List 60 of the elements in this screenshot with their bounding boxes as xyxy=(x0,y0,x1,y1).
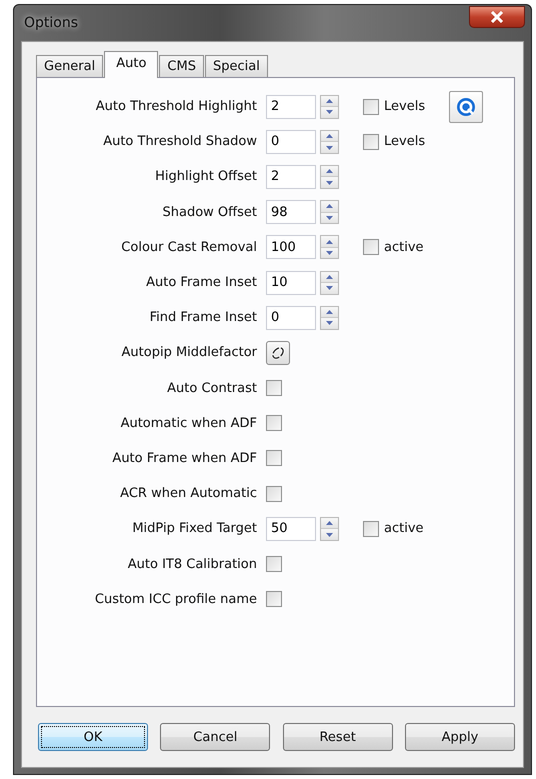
tab[interactable]: Special xyxy=(204,55,268,77)
checkbox[interactable] xyxy=(266,415,282,432)
window-title: Options xyxy=(24,15,78,31)
field-label: Find Frame Inset xyxy=(148,310,258,326)
spin-buttons[interactable] xyxy=(320,200,339,224)
close-button[interactable] xyxy=(469,6,525,28)
spin-buttons[interactable] xyxy=(320,306,339,330)
tab[interactable]: CMS xyxy=(159,55,204,77)
spin-buttons[interactable] xyxy=(320,94,339,119)
tab[interactable]: General xyxy=(36,55,104,77)
number-field[interactable]: 0 xyxy=(266,306,316,330)
checkbox-label: Levels xyxy=(384,134,426,150)
checkbox[interactable] xyxy=(266,450,282,466)
checkbox[interactable] xyxy=(363,520,379,537)
checkbox-label: Levels xyxy=(384,99,426,114)
dialog-button[interactable]: Apply xyxy=(404,723,515,751)
tab[interactable]: Auto xyxy=(104,51,158,78)
number-field[interactable]: 100 xyxy=(266,235,316,260)
number-field[interactable]: 98 xyxy=(266,200,316,224)
dialog-button[interactable]: Reset xyxy=(282,723,393,751)
dialog-button[interactable]: OK xyxy=(38,723,148,751)
field-label: Auto Frame when ADF xyxy=(111,450,258,466)
checkbox-label: active xyxy=(384,521,424,536)
number-field[interactable]: 10 xyxy=(266,270,316,295)
checkbox[interactable] xyxy=(266,591,282,608)
small-button[interactable] xyxy=(266,340,290,365)
checkbox-label: active xyxy=(384,240,424,255)
field-label: Colour Cast Removal xyxy=(120,240,258,255)
spin-buttons[interactable] xyxy=(320,516,339,541)
spin-buttons[interactable] xyxy=(320,270,339,295)
ellipse-icon xyxy=(271,346,285,360)
spin-buttons[interactable] xyxy=(320,235,339,260)
checkbox[interactable] xyxy=(363,134,379,150)
number-field[interactable]: 0 xyxy=(266,130,316,154)
checkbox[interactable] xyxy=(266,380,282,396)
dialog-button[interactable]: Cancel xyxy=(160,723,270,751)
number-field[interactable]: 2 xyxy=(266,164,316,189)
field-label: Auto IT8 Calibration xyxy=(126,556,258,572)
checkbox[interactable] xyxy=(363,98,379,115)
checkbox[interactable] xyxy=(363,239,379,256)
field-label: Shadow Offset xyxy=(162,204,258,220)
number-field[interactable]: 50 xyxy=(266,516,316,541)
spin-buttons[interactable] xyxy=(320,164,339,189)
field-label: ACR when Automatic xyxy=(119,486,258,502)
checkbox[interactable] xyxy=(266,486,282,502)
field-label: Auto Frame Inset xyxy=(145,275,258,290)
number-field[interactable]: 2 xyxy=(266,94,316,119)
field-label: Highlight Offset xyxy=(154,169,258,184)
field-label: Autopip Middlefactor xyxy=(120,345,258,360)
tool-button[interactable] xyxy=(449,90,484,123)
field-label: Auto Threshold Highlight xyxy=(94,99,258,114)
close-icon xyxy=(490,11,504,23)
field-label: MidPip Fixed Target xyxy=(131,521,258,536)
field-label: Auto Contrast xyxy=(166,380,258,396)
field-label: Auto Threshold Shadow xyxy=(102,134,258,150)
field-label: Custom ICC profile name xyxy=(94,592,258,607)
checkbox[interactable] xyxy=(266,556,282,572)
q-circle-icon xyxy=(456,96,476,117)
field-label: Automatic when ADF xyxy=(120,416,258,431)
spin-buttons[interactable] xyxy=(320,130,339,154)
